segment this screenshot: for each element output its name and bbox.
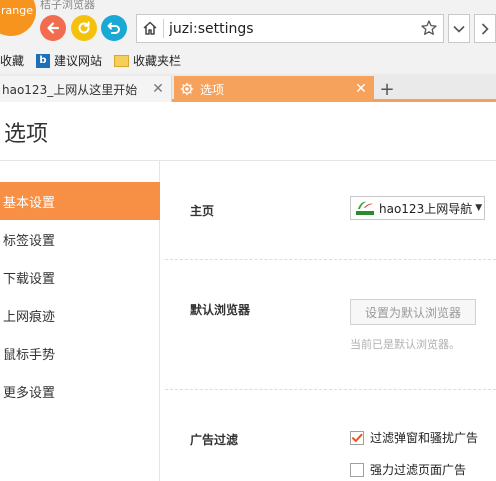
section-divider — [165, 259, 496, 260]
tab-options[interactable]: 选项 ✕ — [174, 76, 374, 102]
bookmark-favorites[interactable]: 收藏 — [0, 52, 24, 69]
refresh-button[interactable] — [71, 15, 97, 41]
default-browser-label: 默认浏览器 — [190, 303, 251, 317]
chevron-right-icon — [481, 22, 489, 35]
section-divider — [165, 389, 496, 390]
bookmark-folder[interactable]: 收藏夹栏 — [114, 52, 181, 69]
checkbox-unchecked[interactable] — [350, 462, 364, 477]
logo-text: range — [1, 4, 33, 17]
homepage-label: 主页 — [190, 204, 215, 218]
orange-logo[interactable]: range — [0, 0, 36, 36]
bookmark-label: 收藏夹栏 — [133, 54, 182, 68]
sidebar-item-gestures[interactable]: 鼠标手势 — [0, 334, 160, 372]
ad-filter-strong-label: 强力过滤页面广告 — [370, 463, 467, 477]
folder-icon — [114, 54, 130, 67]
homepage-select[interactable]: hao123上网导航 ▼ — [350, 196, 485, 220]
star-icon[interactable] — [420, 19, 438, 37]
tab-bar: hao123_上网从这里开始 ✕ 选项 ✕ + — [0, 74, 496, 102]
settings-sidebar: 基本设置 标签设置 下载设置 上网痕迹 鼠标手势 更多设置 — [0, 161, 160, 481]
sidebar-item-downloads[interactable]: 下载设置 — [0, 258, 160, 296]
new-tab-button[interactable]: + — [376, 76, 398, 102]
refresh-icon — [78, 21, 90, 34]
app-title: 桔子浏览器 — [40, 0, 95, 11]
sidebar-item-tabs[interactable]: 标签设置 — [0, 220, 160, 258]
sidebar-item-basic[interactable]: 基本设置 — [0, 182, 160, 220]
address-divider — [163, 19, 164, 38]
sidebar-item-more[interactable]: 更多设置 — [0, 372, 160, 410]
bookmarks-bar: 收藏 b 建议网站 收藏夹栏 — [0, 47, 496, 74]
address-dropdown-button[interactable] — [448, 14, 470, 43]
bookmark-suggested-sites[interactable]: b 建议网站 — [36, 52, 102, 69]
bookmark-label: 建议网站 — [54, 54, 103, 68]
address-input[interactable] — [169, 17, 389, 40]
plus-icon: + — [379, 78, 395, 100]
tab-label: hao123_上网从这里开始 — [2, 82, 138, 97]
browser-toolbar: range 桔子浏览器 — [0, 0, 496, 47]
close-icon[interactable]: ✕ — [354, 81, 368, 97]
address-bar — [136, 14, 444, 43]
page-title: 选项 — [4, 122, 49, 147]
sidebar-item-history[interactable]: 上网痕迹 — [0, 296, 160, 334]
bookmark-label: 收藏 — [0, 54, 25, 68]
set-default-browser-button[interactable]: 设置为默认浏览器 — [350, 299, 476, 325]
homepage-selected: hao123上网导航 — [379, 201, 473, 216]
tab-hao123[interactable]: hao123_上网从这里开始 ✕ — [0, 76, 172, 102]
hao123-logo-icon — [356, 201, 374, 215]
home-icon[interactable] — [141, 19, 159, 37]
close-icon[interactable]: ✕ — [151, 81, 165, 97]
settings-content: 主页 hao123上网导航 ▼ 默认浏览器 设置为默认浏览器 当前已是默认浏览器… — [161, 161, 496, 481]
default-browser-status: 当前已是默认浏览器。 — [350, 338, 460, 351]
checkbox-checked[interactable] — [350, 430, 364, 445]
back-button[interactable] — [40, 15, 66, 41]
ad-filter-label: 广告过滤 — [190, 433, 239, 447]
ad-filter-strong-option[interactable]: 强力过滤页面广告 — [350, 461, 466, 478]
undo-icon — [107, 22, 120, 34]
gear-icon — [180, 82, 194, 96]
caret-down-icon: ▼ — [475, 203, 483, 213]
checkmark-icon — [352, 433, 363, 442]
tab-label: 选项 — [200, 82, 225, 97]
ad-filter-popup-option[interactable]: 过滤弹窗和骚扰广告 — [350, 429, 478, 446]
arrow-left-icon — [47, 22, 60, 34]
bing-icon: b — [36, 53, 51, 68]
ad-filter-popup-label: 过滤弹窗和骚扰广告 — [370, 431, 479, 445]
chevron-down-icon — [453, 25, 465, 33]
undo-close-tab-button[interactable] — [101, 15, 127, 41]
forward-button[interactable] — [474, 14, 496, 43]
